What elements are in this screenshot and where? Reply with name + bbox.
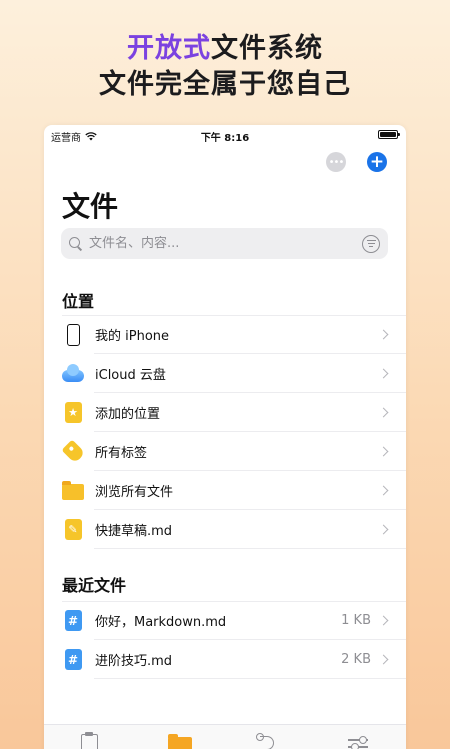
tab-bar [44, 724, 406, 749]
status-time: 下午 8:16 [200, 133, 250, 144]
location-label: 快捷草稿.md [95, 524, 173, 539]
location-item-added[interactable]: ★ 添加的位置 [44, 393, 406, 432]
chevron-right-icon [378, 329, 389, 340]
markdown-file-icon: # [62, 649, 84, 671]
search-input[interactable] [89, 236, 362, 251]
chevron-right-icon [378, 446, 389, 457]
locations-list: 我的 iPhone iCloud 云盘 ★ 添加的位置 所有标签 浏览所有文件 … [44, 315, 406, 549]
tab-workflow[interactable] [256, 733, 278, 749]
recent-file-item[interactable]: # 进阶技巧.md 2 KB [44, 640, 406, 679]
chevron-right-icon [378, 407, 389, 418]
promo-headline-1: 开放式文件系统 [0, 32, 450, 66]
filter-icon[interactable] [362, 234, 380, 253]
route-icon [256, 733, 274, 749]
file-size: 2 KB [341, 652, 371, 667]
location-label: 所有标签 [95, 446, 148, 461]
location-label: 浏览所有文件 [95, 485, 174, 500]
folder-icon [62, 480, 84, 502]
iphone-icon [62, 323, 84, 346]
status-bar: 运营商 下午 8:16 [44, 125, 406, 145]
location-label: iCloud 云盘 [95, 368, 166, 383]
file-size: 1 KB [341, 613, 371, 628]
star-bookmark-icon: ★ [62, 402, 84, 424]
plus-icon: + [369, 152, 385, 172]
add-button[interactable]: + [367, 152, 387, 172]
draft-icon: ✎ [62, 519, 84, 541]
phone-screen: 运营商 下午 8:16 ••• + 文件 位置 我的 iPhone [44, 125, 406, 749]
locations-heading: 位置 [62, 292, 95, 311]
tab-settings[interactable] [348, 734, 368, 749]
location-label: 我的 iPhone [95, 329, 170, 344]
chevron-right-icon [378, 654, 389, 665]
file-name: 你好，Markdown.md [95, 615, 227, 630]
location-item-icloud[interactable]: iCloud 云盘 [44, 354, 406, 393]
folder-icon [168, 734, 192, 749]
tab-clipboard[interactable] [79, 732, 99, 749]
clipboard-icon [81, 732, 98, 749]
search-icon [69, 236, 83, 251]
location-item-draft[interactable]: ✎ 快捷草稿.md [44, 510, 406, 549]
sliders-icon [348, 736, 368, 743]
more-options-button[interactable]: ••• [326, 152, 346, 172]
battery-icon [378, 130, 400, 139]
page-title: 文件 [62, 190, 119, 223]
tag-icon [60, 439, 86, 464]
recent-file-item[interactable]: # 你好，Markdown.md 1 KB [44, 601, 406, 640]
chevron-right-icon [378, 615, 389, 626]
promo-rest-text: 文件系统 [211, 33, 323, 64]
location-item-browse[interactable]: 浏览所有文件 [44, 471, 406, 510]
icloud-icon [62, 363, 84, 385]
file-name: 进阶技巧.md [95, 654, 173, 669]
location-item-tags[interactable]: 所有标签 [44, 432, 406, 471]
ellipsis-icon: ••• [328, 156, 345, 168]
location-label: 添加的位置 [95, 407, 161, 422]
search-bar[interactable] [61, 228, 388, 259]
promo-accent-text: 开放式 [127, 33, 211, 64]
chevron-right-icon [378, 368, 389, 379]
markdown-file-icon: # [62, 610, 84, 632]
recent-heading: 最近文件 [62, 576, 127, 595]
chevron-right-icon [378, 524, 389, 535]
promo-headline-2: 文件完全属于您自己 [99, 69, 351, 100]
tab-files[interactable] [168, 734, 192, 749]
chevron-right-icon [378, 485, 389, 496]
sliders-icon-line [348, 743, 368, 749]
recent-files-list: # 你好，Markdown.md 1 KB # 进阶技巧.md 2 KB [44, 601, 406, 679]
location-item-iphone[interactable]: 我的 iPhone [44, 315, 406, 354]
